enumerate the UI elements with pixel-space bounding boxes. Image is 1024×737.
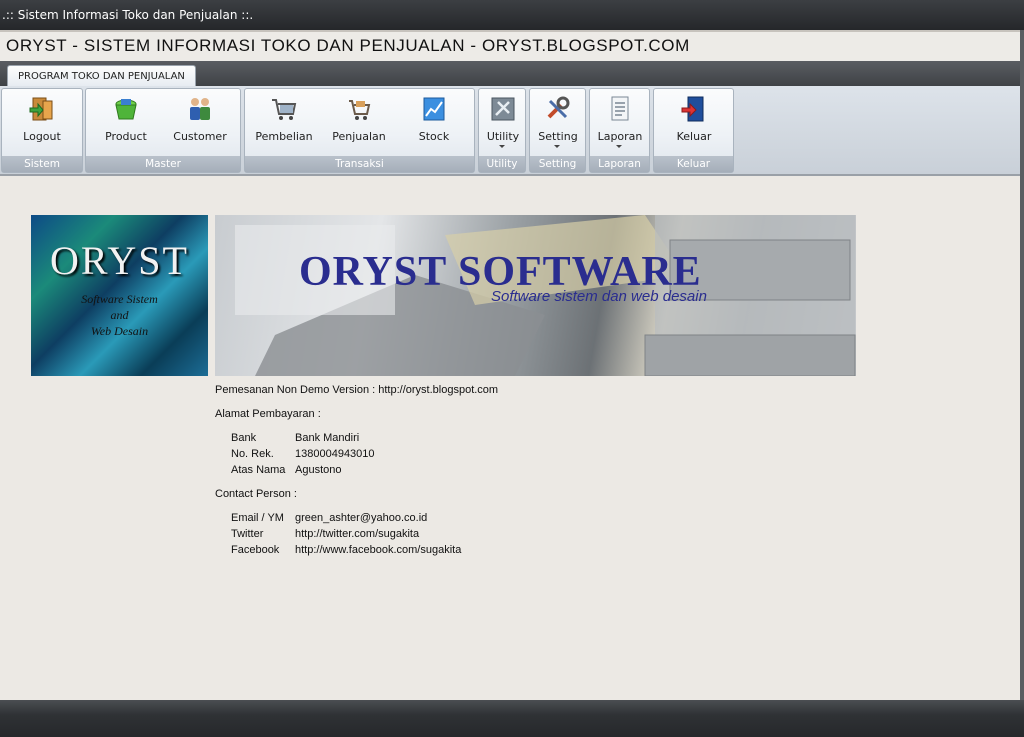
chevron-down-icon: [554, 145, 560, 148]
chart-icon: [423, 97, 445, 121]
tools-icon: [491, 97, 515, 121]
oryst-banner: ORYST SOFTWARE Software sistem dan web d…: [215, 215, 856, 376]
keluar-button[interactable]: Keluar: [664, 93, 724, 153]
contact-heading: Contact Person :: [215, 488, 297, 500]
order-line: Pemesanan Non Demo Version : http://orys…: [215, 384, 499, 396]
banner-subtitle: Software sistem dan web desain: [491, 288, 707, 305]
utility-label: Utility: [486, 130, 520, 143]
exit-icon: [681, 96, 704, 122]
logout-button[interactable]: Logout: [12, 93, 72, 153]
oryst-logo: ORYST Software Sistem and Web Desain: [31, 215, 208, 376]
cart-small-icon: [349, 100, 371, 120]
group-caption-utility: Utility: [479, 156, 525, 172]
contact-key-twitter: Twitter: [231, 528, 264, 540]
payment-key-bank: Bank: [231, 432, 257, 444]
logo-subtitle-line-2: and: [110, 308, 129, 322]
ribbon-tab-strip: PROGRAM TOKO DAN PENJUALAN: [0, 61, 1024, 86]
ribbon-group-setting: Setting Setting: [529, 88, 586, 173]
payment-value-rek: 1380004943010: [295, 448, 375, 460]
contact-key-facebook: Facebook: [231, 544, 280, 556]
customer-button[interactable]: Customer: [170, 93, 230, 153]
app-heading: ORYST - SISTEM INFORMASI TOKO DAN PENJUA…: [0, 30, 1024, 61]
group-caption-laporan: Laporan: [590, 156, 649, 172]
exit-door-icon: [29, 97, 53, 121]
payment-key-atas-nama: Atas Nama: [231, 464, 286, 476]
product-button[interactable]: Product: [96, 93, 156, 153]
penjualan-label: Penjualan: [332, 130, 386, 143]
cart-icon: [272, 99, 297, 120]
window-title-bar: .:: Sistem Informasi Toko dan Penjualan …: [0, 0, 1024, 30]
pembelian-label: Pembelian: [255, 130, 313, 143]
setting-label: Setting: [538, 130, 578, 143]
product-label: Product: [105, 130, 147, 143]
users-icon: [190, 98, 210, 120]
stock-button[interactable]: Stock: [404, 93, 464, 153]
group-caption-keluar: Keluar: [654, 156, 733, 172]
laporan-button[interactable]: Laporan: [590, 93, 650, 153]
logo-subtitle-line-3: Web Desain: [90, 324, 149, 338]
group-caption-master: Master: [86, 156, 240, 172]
contact-value-facebook: http://www.facebook.com/sugakita: [295, 544, 462, 556]
logout-label: Logout: [23, 130, 61, 143]
ribbon-group-utility: Utility Utility: [478, 88, 526, 173]
payment-value-atas-nama: Agustono: [295, 464, 342, 476]
group-caption-sistem: Sistem: [2, 156, 82, 172]
pembelian-button[interactable]: Pembelian: [254, 93, 314, 153]
stock-label: Stock: [418, 130, 450, 143]
ribbon-group-keluar: Keluar Keluar: [653, 88, 734, 173]
ribbon-group-laporan: Laporan Laporan: [589, 88, 650, 173]
ribbon-toolbar: Logout Sistem Product Customer Master Pe…: [0, 86, 1020, 176]
laporan-label: Laporan: [597, 130, 643, 143]
contact-key-email: Email / YM: [231, 512, 284, 524]
chevron-down-icon: [616, 145, 622, 148]
utility-button[interactable]: Utility: [473, 93, 533, 153]
ribbon-group-sistem: Logout Sistem: [1, 88, 83, 173]
logo-title: ORYST: [50, 238, 189, 283]
ribbon-group-transaksi: Pembelian Penjualan Stock Transaksi: [244, 88, 475, 173]
chevron-down-icon: [499, 145, 505, 148]
report-icon: [611, 96, 629, 121]
contact-value-twitter: http://twitter.com/sugakita: [295, 528, 420, 540]
wrench-icon: [547, 96, 570, 119]
basket-icon: [115, 99, 137, 120]
group-caption-setting: Setting: [530, 156, 585, 172]
setting-button[interactable]: Setting: [528, 93, 588, 153]
window-right-edge: [1020, 30, 1024, 700]
keluar-label: Keluar: [676, 130, 712, 143]
tab-program-toko[interactable]: PROGRAM TOKO DAN PENJUALAN: [7, 65, 196, 86]
payment-heading: Alamat Pembayaran :: [215, 408, 321, 420]
logo-subtitle: Software Sistem and Web Desain: [31, 291, 208, 339]
contact-value-email: green_ashter@yahoo.co.id: [295, 512, 428, 524]
ribbon-group-master: Product Customer Master: [85, 88, 241, 173]
logo-subtitle-line-1: Software Sistem: [81, 292, 158, 306]
status-bar: [0, 700, 1024, 737]
customer-label: Customer: [173, 130, 227, 143]
payment-value-bank: Bank Mandiri: [295, 432, 360, 444]
group-caption-transaksi: Transaksi: [245, 156, 474, 172]
main-content: ORYST Software Sistem and Web Desain ORY…: [0, 176, 1024, 700]
penjualan-button[interactable]: Penjualan: [329, 93, 389, 153]
payment-key-rek: No. Rek.: [231, 448, 274, 460]
